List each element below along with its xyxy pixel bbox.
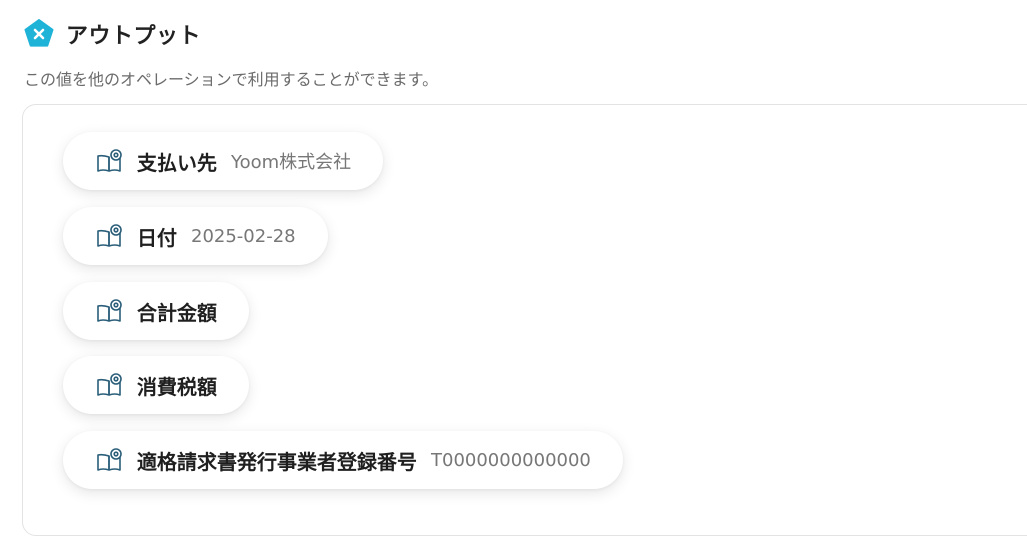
page-title: アウトプット bbox=[66, 24, 202, 49]
book-eye-icon bbox=[95, 222, 123, 250]
output-item-payee[interactable]: 支払い先 Yoom株式会社 bbox=[63, 132, 384, 190]
output-item-date[interactable]: 日付 2025-02-28 bbox=[63, 207, 328, 265]
book-eye-icon bbox=[95, 371, 123, 399]
output-panel: 支払い先 Yoom株式会社 日付 2025-02-28 合計金額 消費税額 適格… bbox=[22, 104, 1027, 536]
output-value: Yoom株式会社 bbox=[231, 152, 352, 173]
output-label: 日付 bbox=[137, 225, 177, 250]
output-value: 2025-02-28 bbox=[191, 225, 296, 247]
output-item-total-amount[interactable]: 合計金額 bbox=[63, 282, 249, 340]
output-header: アウトプット bbox=[24, 18, 201, 50]
output-label: 支払い先 bbox=[137, 150, 217, 175]
output-value: T0000000000000 bbox=[431, 449, 591, 471]
description-text: この値を他のオペレーションで利用することができます。 bbox=[24, 70, 439, 89]
book-eye-icon bbox=[95, 297, 123, 325]
book-eye-icon bbox=[95, 147, 123, 175]
output-label: 合計金額 bbox=[137, 300, 217, 325]
output-item-tax-amount[interactable]: 消費税額 bbox=[63, 356, 249, 414]
output-item-invoice-registration-number[interactable]: 適格請求書発行事業者登録番号 T0000000000000 bbox=[63, 431, 623, 489]
output-label: 適格請求書発行事業者登録番号 bbox=[137, 449, 417, 474]
output-label: 消費税額 bbox=[137, 374, 217, 399]
x-pentagon-icon bbox=[24, 19, 54, 49]
book-eye-icon bbox=[95, 446, 123, 474]
